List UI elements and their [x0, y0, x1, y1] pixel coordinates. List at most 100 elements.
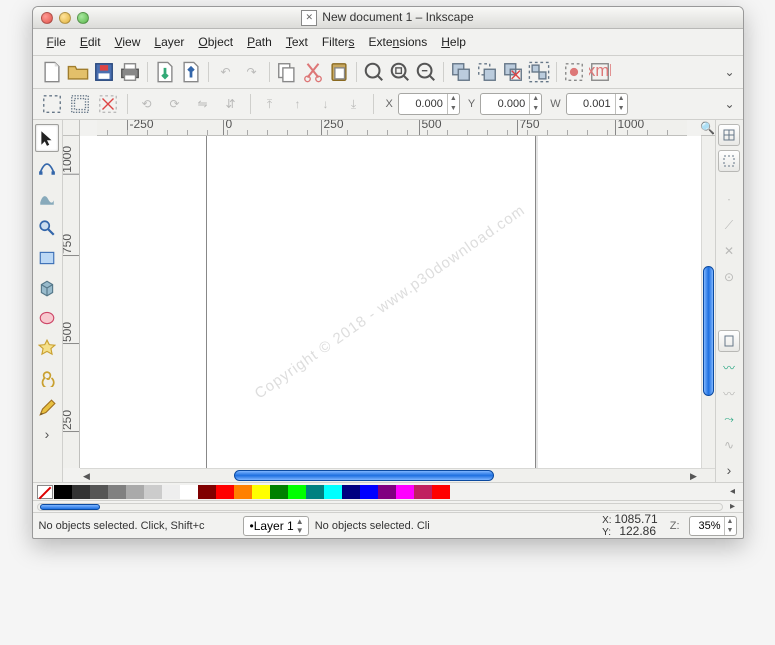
w-input[interactable]: [567, 98, 615, 110]
spiral-tool[interactable]: [35, 364, 59, 392]
zoom-field[interactable]: ▲▼: [689, 516, 737, 536]
canvas[interactable]: Copyright © 2018 - www.p30download.com: [80, 136, 701, 468]
zoom-window-button[interactable]: [77, 12, 89, 24]
lower-bottom-button[interactable]: ⤓: [342, 92, 366, 116]
menu-text[interactable]: Text: [280, 33, 314, 51]
deselect-button[interactable]: [96, 92, 120, 116]
color-swatch[interactable]: [144, 485, 162, 499]
ruler-vertical[interactable]: 1000 750 500 250: [63, 136, 80, 468]
clone-button[interactable]: [475, 60, 499, 84]
3dbox-tool[interactable]: [35, 274, 59, 302]
star-tool[interactable]: [35, 334, 59, 362]
zoom-drawing-button[interactable]: [388, 60, 412, 84]
zoom-page-button[interactable]: [414, 60, 438, 84]
snap-page-button[interactable]: [718, 330, 740, 352]
palette-scrollbar[interactable]: ▸: [33, 500, 743, 512]
paste-button[interactable]: [327, 60, 351, 84]
menu-object[interactable]: Object: [192, 33, 239, 51]
node-tool[interactable]: [35, 154, 59, 182]
color-swatch[interactable]: [216, 485, 234, 499]
snap-center-button[interactable]: ⊙: [718, 266, 740, 288]
ellipse-tool[interactable]: [35, 304, 59, 332]
raise-button[interactable]: ↑: [286, 92, 310, 116]
color-swatch[interactable]: [396, 485, 414, 499]
palette-menu-button[interactable]: ◂: [727, 486, 739, 497]
snap-curve2-button[interactable]: 〰: [718, 382, 740, 404]
snap-curve4-button[interactable]: ∿: [718, 434, 740, 456]
hscroll-left-arrow[interactable]: ◀: [80, 468, 94, 482]
menu-path[interactable]: Path: [241, 33, 278, 51]
color-swatch[interactable]: [180, 485, 198, 499]
xml-editor-button[interactable]: xml: [588, 60, 612, 84]
x-field[interactable]: ▲▼: [398, 93, 460, 115]
rect-tool[interactable]: [35, 244, 59, 272]
snap-curve3-button[interactable]: ⤳: [718, 408, 740, 430]
raise-top-button[interactable]: ⤒: [258, 92, 282, 116]
color-swatch[interactable]: [234, 485, 252, 499]
menu-layer[interactable]: Layer: [148, 33, 190, 51]
redo-button[interactable]: ↷: [240, 60, 264, 84]
rotate-cw-button[interactable]: ⟳: [163, 92, 187, 116]
color-swatch[interactable]: [252, 485, 270, 499]
snap-intersect-button[interactable]: ✕: [718, 240, 740, 262]
zoom-fit-button[interactable]: [362, 60, 386, 84]
selector-tool[interactable]: [35, 124, 59, 152]
group-button[interactable]: [527, 60, 551, 84]
no-fill-swatch[interactable]: [37, 485, 53, 499]
toolbar-overflow-button[interactable]: ⌄: [723, 65, 737, 79]
color-swatch[interactable]: [306, 485, 324, 499]
undo-button[interactable]: ↶: [214, 60, 238, 84]
menu-view[interactable]: View: [109, 33, 147, 51]
menu-file[interactable]: File: [41, 33, 72, 51]
minimize-window-button[interactable]: [59, 12, 71, 24]
y-field[interactable]: ▲▼: [480, 93, 542, 115]
hscroll-right-arrow[interactable]: ▶: [687, 468, 701, 482]
color-swatch[interactable]: [414, 485, 432, 499]
snap-bbox-button[interactable]: [718, 150, 740, 172]
zoom-tool[interactable]: [35, 214, 59, 242]
import-button[interactable]: [153, 60, 177, 84]
color-swatch[interactable]: [126, 485, 144, 499]
color-swatch[interactable]: [324, 485, 342, 499]
save-file-button[interactable]: [92, 60, 116, 84]
layer-selector[interactable]: •Layer 1 ▲▼: [243, 516, 309, 536]
zoom-input[interactable]: [690, 520, 724, 532]
toolbox-more[interactable]: ›: [45, 426, 50, 442]
color-swatch[interactable]: [198, 485, 216, 499]
lower-button[interactable]: ↓: [314, 92, 338, 116]
tweak-tool[interactable]: [35, 184, 59, 212]
copy-button[interactable]: [275, 60, 299, 84]
color-swatch[interactable]: [72, 485, 90, 499]
horizontal-scrollbar[interactable]: [94, 468, 687, 482]
snap-more[interactable]: ›: [727, 462, 732, 478]
snap-node-button[interactable]: ∙: [718, 188, 740, 210]
color-swatch[interactable]: [90, 485, 108, 499]
fill-stroke-button[interactable]: [562, 60, 586, 84]
color-swatch[interactable]: [342, 485, 360, 499]
color-swatch[interactable]: [162, 485, 180, 499]
ruler-horizontal[interactable]: -250 0 250 500 750 1000: [97, 120, 687, 136]
w-field[interactable]: ▲▼: [566, 93, 628, 115]
open-file-button[interactable]: [66, 60, 90, 84]
color-swatch[interactable]: [54, 485, 72, 499]
menu-filters[interactable]: Filters: [316, 33, 361, 51]
new-file-button[interactable]: [40, 60, 64, 84]
menu-help[interactable]: Help: [435, 33, 472, 51]
x-input[interactable]: [399, 98, 447, 110]
menu-extensions[interactable]: Extensions: [363, 33, 434, 51]
close-window-button[interactable]: [41, 12, 53, 24]
y-input[interactable]: [481, 98, 529, 110]
select-all-button[interactable]: [40, 92, 64, 116]
color-swatch[interactable]: [108, 485, 126, 499]
snap-curve1-button[interactable]: 〰: [718, 356, 740, 378]
snap-toggle-button[interactable]: [718, 124, 740, 146]
pencil-tool[interactable]: [35, 394, 59, 422]
duplicate-button[interactable]: [449, 60, 473, 84]
color-swatch[interactable]: [378, 485, 396, 499]
color-swatch[interactable]: [270, 485, 288, 499]
flip-v-button[interactable]: ⇵: [219, 92, 243, 116]
color-swatch[interactable]: [360, 485, 378, 499]
cut-button[interactable]: [301, 60, 325, 84]
vertical-scrollbar[interactable]: [701, 136, 715, 468]
options-overflow-button[interactable]: ⌄: [723, 97, 737, 111]
